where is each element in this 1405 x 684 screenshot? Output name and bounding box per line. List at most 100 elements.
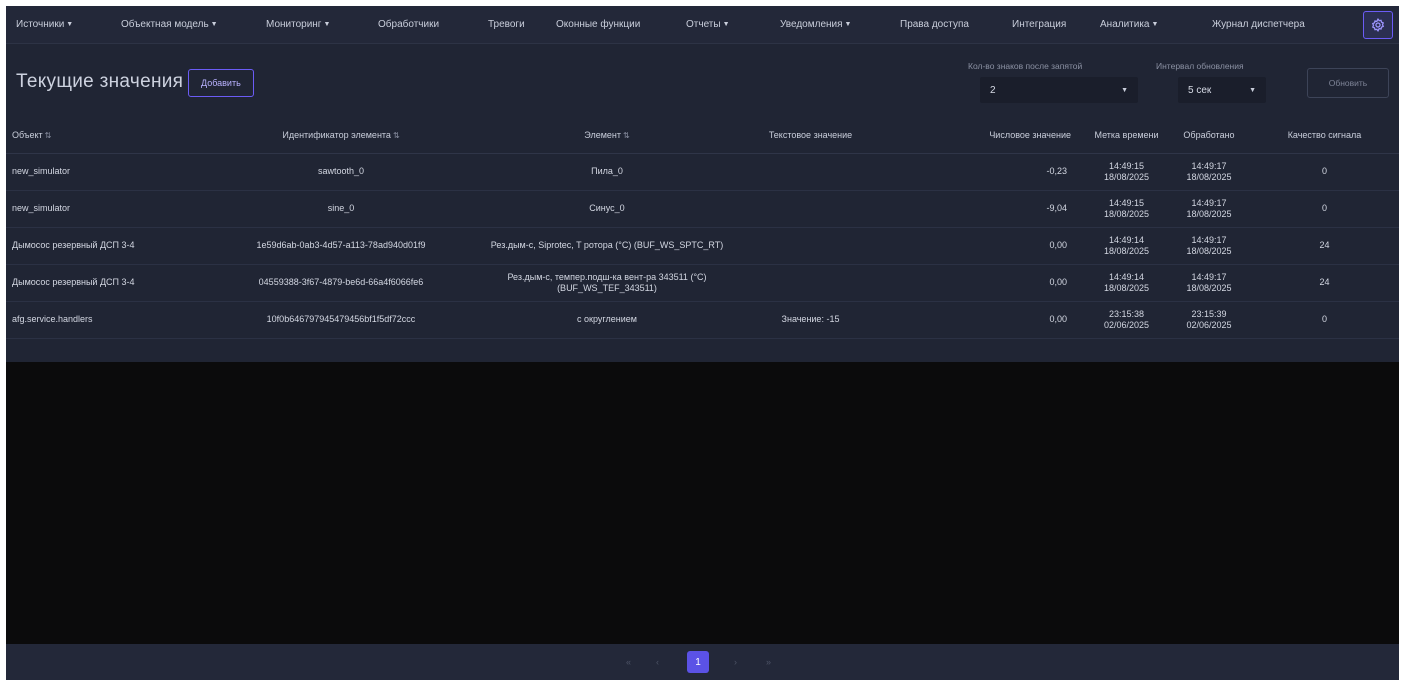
empty-table-area	[6, 362, 1399, 644]
cell-processed: 23:15:39 02/06/2025	[1168, 301, 1250, 339]
prev-page-button[interactable]: ‹	[656, 657, 659, 667]
cell-quality: 24	[1250, 227, 1399, 265]
cell-text-value: Значение: -15	[738, 301, 883, 339]
cell-object: Дымосос резервный ДСП 3-4	[6, 227, 206, 265]
settings-button[interactable]	[1363, 11, 1393, 39]
timestamp-time: 14:49:15	[1108, 160, 1145, 171]
pagination: « ‹ 1 › »	[6, 644, 1399, 680]
table-row[interactable]: Дымосос резервный ДСП 3-4 1e59d6ab-0ab3-…	[6, 227, 1399, 265]
column-header-quality: Качество сигнала	[1250, 117, 1399, 154]
processed-date: 02/06/2025	[1186, 320, 1232, 330]
nav-item-notifications[interactable]: Уведомления ▼	[780, 19, 851, 30]
top-navigation: Источники ▼ Объектная модель ▼ Мониторинг ▼…	[6, 6, 1399, 44]
nav-item-label: Источники	[16, 19, 65, 30]
timestamp-date: 02/06/2025	[1103, 320, 1150, 330]
column-header-number-value: Числовое значение	[883, 117, 1085, 154]
table-row[interactable]: new_simulator sine_0 Синус_0 -9,04 14:49…	[6, 190, 1399, 228]
cell-processed: 14:49:17 18/08/2025	[1168, 190, 1250, 228]
nav-item-dispatcher-log[interactable]: Журнал диспетчера	[1212, 19, 1305, 30]
cell-text-value	[738, 153, 883, 191]
cell-object: afg.service.handlers	[6, 301, 206, 339]
nav-item-label: Журнал диспетчера	[1212, 19, 1305, 30]
cell-text-value	[738, 190, 883, 228]
column-header-label: Обработано	[1183, 130, 1235, 140]
cell-object: new_simulator	[6, 190, 206, 228]
column-header-label: Числовое значение	[989, 130, 1071, 140]
chevron-down-icon: ▼	[323, 21, 331, 28]
column-header-object[interactable]: Объект ⇅	[6, 117, 206, 154]
table-row[interactable]: Дымосос резервный ДСП 3-4 04559388-3f67-…	[6, 264, 1399, 302]
cell-processed: 14:49:17 18/08/2025	[1168, 153, 1250, 191]
interval-value: 5 сек	[1188, 84, 1212, 96]
cell-element: Синус_0	[476, 190, 738, 228]
nav-item-label: Интеграция	[1012, 19, 1067, 30]
cell-number-value: -0,23	[883, 153, 1085, 191]
interval-label: Интервал обновления	[1156, 61, 1244, 71]
nav-item-label: Мониторинг	[266, 19, 322, 30]
cell-number-value: -9,04	[883, 190, 1085, 228]
page-header: Текущие значения Добавить Кол-во знаков …	[6, 43, 1399, 117]
last-page-button[interactable]: »	[766, 657, 771, 667]
chevron-down-icon: ▼	[1151, 21, 1159, 28]
nav-item-integration[interactable]: Интеграция	[1012, 19, 1066, 30]
cell-element: Рез.дым-с, темпер.подш-ка вент-ра 343511…	[476, 264, 738, 302]
timestamp-time: 14:49:15	[1108, 197, 1145, 208]
column-header-label: Элемент	[584, 130, 621, 140]
nav-item-monitoring[interactable]: Мониторинг ▼	[266, 19, 330, 30]
cell-timestamp: 23:15:38 02/06/2025	[1085, 301, 1168, 339]
nav-item-label: Права доступа	[900, 19, 969, 30]
chevron-down-icon: ▼	[66, 21, 74, 28]
column-header-label: Качество сигнала	[1287, 130, 1362, 140]
timestamp-date: 18/08/2025	[1103, 283, 1150, 293]
nav-item-object-model[interactable]: Объектная модель ▼	[121, 19, 218, 30]
nav-item-analytics[interactable]: Аналитика ▼	[1100, 19, 1158, 30]
processed-date: 18/08/2025	[1186, 209, 1232, 219]
timestamp-date: 18/08/2025	[1103, 209, 1150, 219]
column-header-element-id[interactable]: Идентификатор элемента ⇅	[206, 117, 476, 154]
table-row[interactable]: afg.service.handlers 10f0b64679794547945…	[6, 301, 1399, 339]
first-page-button[interactable]: «	[626, 657, 631, 667]
chevron-down-icon: ▼	[1249, 86, 1256, 94]
chevron-down-icon: ▼	[844, 21, 852, 28]
cell-element: Рез.дым-с, Siprotec, T ротора (°C) (BUF_…	[476, 227, 738, 265]
timestamp-time: 23:15:38	[1108, 308, 1145, 319]
cell-processed: 14:49:17 18/08/2025	[1168, 264, 1250, 302]
nav-item-reports[interactable]: Отчеты ▼	[686, 19, 730, 30]
cell-element-id: 1e59d6ab-0ab3-4d57-a113-78ad940d01f9	[206, 227, 476, 265]
decimals-value: 2	[990, 84, 996, 96]
app-window: Источники ▼ Объектная модель ▼ Мониторинг ▼…	[6, 6, 1399, 680]
cell-element: с округлением	[476, 301, 738, 339]
cell-number-value: 0,00	[883, 301, 1085, 339]
page-1-button[interactable]: 1	[687, 651, 709, 673]
processed-time: 14:49:17	[1191, 271, 1227, 282]
nav-item-label: Тревоги	[488, 19, 525, 30]
decimals-select[interactable]: 2 ▼	[980, 77, 1138, 103]
cell-quality: 0	[1250, 190, 1399, 228]
add-button[interactable]: Добавить	[188, 69, 254, 97]
refresh-button[interactable]: Обновить	[1307, 68, 1389, 98]
values-table: Объект ⇅ Идентификатор элемента ⇅ Элемент ⇅…	[6, 117, 1399, 339]
processed-time: 23:15:39	[1191, 308, 1227, 319]
processed-date: 18/08/2025	[1186, 172, 1232, 182]
column-header-label: Метка времени	[1094, 130, 1159, 140]
cell-number-value: 0,00	[883, 227, 1085, 265]
nav-item-label: Обработчики	[378, 19, 440, 30]
next-page-button[interactable]: ›	[734, 657, 737, 667]
nav-item-label: Аналитика	[1100, 19, 1150, 30]
cell-timestamp: 14:49:15 18/08/2025	[1085, 153, 1168, 191]
nav-item-sources[interactable]: Источники ▼	[16, 19, 73, 30]
cell-text-value	[738, 264, 883, 302]
table-row[interactable]: new_simulator sawtooth_0 Пила_0 -0,23 14…	[6, 153, 1399, 191]
nav-item-alarms[interactable]: Тревоги	[488, 19, 525, 30]
interval-select[interactable]: 5 сек ▼	[1178, 77, 1266, 103]
nav-item-access-rights[interactable]: Права доступа	[900, 19, 969, 30]
nav-item-label: Оконные функции	[556, 19, 641, 30]
cell-quality: 0	[1250, 301, 1399, 339]
nav-item-handlers[interactable]: Обработчики	[378, 19, 439, 30]
nav-item-window-functions[interactable]: Оконные функции	[556, 19, 640, 30]
cell-element-id: sawtooth_0	[206, 153, 476, 191]
column-header-element[interactable]: Элемент ⇅	[476, 117, 738, 154]
table-header-row: Объект ⇅ Идентификатор элемента ⇅ Элемент ⇅…	[6, 117, 1399, 154]
sort-icon: ⇅	[623, 131, 630, 140]
processed-date: 18/08/2025	[1186, 283, 1232, 293]
